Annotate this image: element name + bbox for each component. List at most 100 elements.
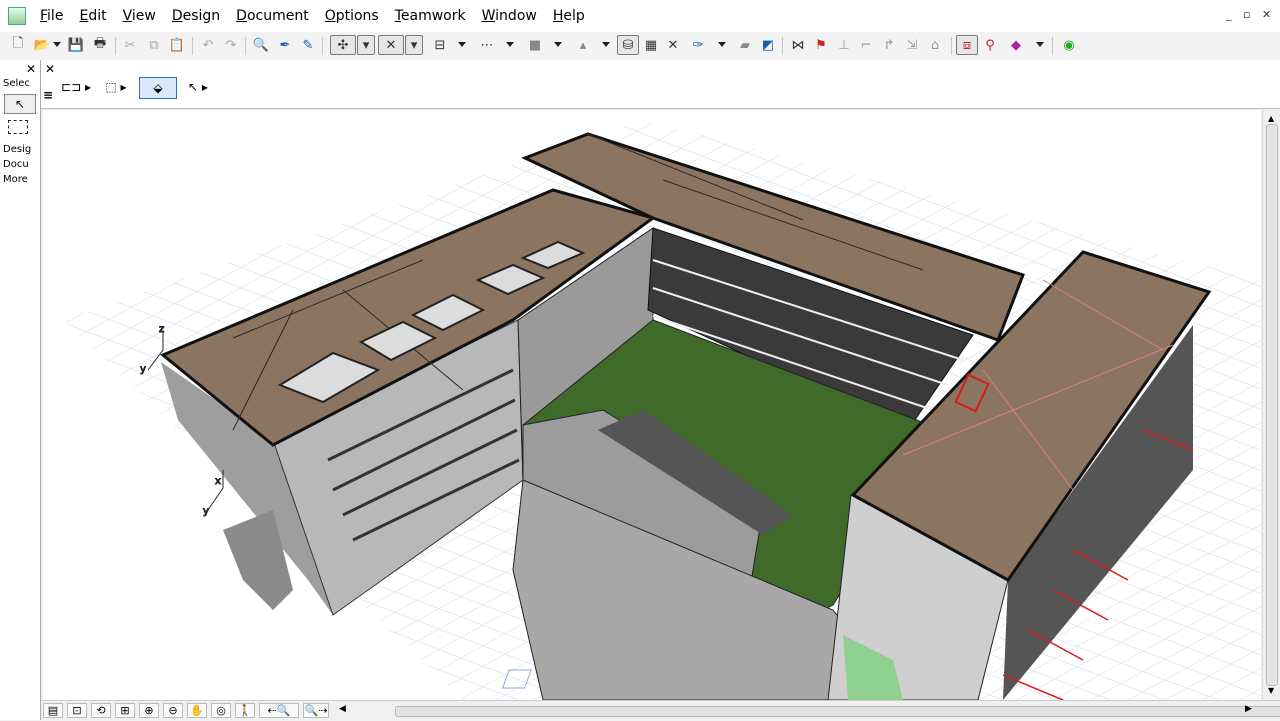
pointer-icon[interactable]: ↖ ▸ bbox=[183, 77, 213, 97]
toolbox-close-button[interactable]: ✕ bbox=[26, 62, 36, 76]
split-icon[interactable]: ⚑ bbox=[811, 35, 831, 55]
vertical-scrollbar[interactable]: ▲ ▼ bbox=[1262, 110, 1280, 700]
print-icon[interactable]: 🖶 bbox=[90, 35, 110, 55]
scroll-left-icon[interactable]: ◀ bbox=[339, 704, 346, 714]
menu-document[interactable]: Document bbox=[228, 0, 317, 32]
orbit-mode-icon[interactable]: ◎ bbox=[211, 703, 231, 718]
roof-icon[interactable]: ⌂ bbox=[925, 35, 945, 55]
app-icon[interactable] bbox=[8, 7, 26, 25]
infobox-menu-icon[interactable]: ≡ bbox=[43, 88, 53, 102]
connect-icon[interactable]: ⋈ bbox=[788, 35, 808, 55]
groups-dropdown-icon[interactable] bbox=[506, 42, 514, 47]
trace-icon[interactable]: ⛁ bbox=[617, 35, 639, 55]
svg-text:x: x bbox=[215, 476, 221, 487]
toolbar-separator bbox=[951, 37, 952, 55]
new-icon[interactable]: 🗋 bbox=[8, 35, 28, 55]
svg-text:z: z bbox=[159, 324, 164, 335]
menu-view[interactable]: View bbox=[115, 0, 164, 32]
svg-text:y: y bbox=[203, 506, 209, 517]
undo-icon[interactable]: ↶ bbox=[198, 35, 218, 55]
find-select-icon[interactable]: 🔍 bbox=[251, 35, 271, 55]
menu-design[interactable]: Design bbox=[164, 0, 228, 32]
snap-guides-icon[interactable]: ✣ bbox=[330, 35, 356, 55]
save-icon[interactable]: 💾 bbox=[66, 35, 86, 55]
fill-dropdown-icon[interactable] bbox=[554, 42, 562, 47]
selection-method-icon[interactable]: ⊏⊐ ▸ bbox=[61, 77, 91, 97]
grid-snap-icon[interactable]: ⊟ bbox=[430, 35, 450, 55]
open-icon[interactable]: 📂 bbox=[32, 35, 52, 55]
horizontal-scroll-thumb[interactable] bbox=[395, 706, 1280, 717]
gravity-icon[interactable]: ✕ bbox=[378, 35, 404, 55]
walk-icon[interactable]: ⚲ bbox=[980, 35, 1000, 55]
toolbox-palette: ✕ Selec ↖ Desig Docu More bbox=[0, 60, 41, 720]
layer-icon[interactable]: ▴ bbox=[573, 35, 593, 55]
scroll-down-icon[interactable]: ▼ bbox=[1268, 686, 1274, 695]
menu-help[interactable]: Help bbox=[545, 0, 593, 32]
render-icon[interactable]: ◆ bbox=[1006, 35, 1026, 55]
selection-mode-icon[interactable]: ⬙ bbox=[139, 77, 177, 99]
toolbox-section-document[interactable]: Docu bbox=[3, 159, 37, 170]
previous-zoom-icon[interactable]: ⇠🔍 bbox=[259, 703, 299, 718]
marker-icon[interactable]: ◩ bbox=[758, 35, 778, 55]
eyedropper-icon[interactable]: ✒ bbox=[275, 35, 295, 55]
offset-icon[interactable]: ⇲ bbox=[902, 35, 922, 55]
next-zoom-icon[interactable]: 🔍⇢ bbox=[303, 703, 329, 718]
teamwork-icon[interactable]: ◉ bbox=[1059, 35, 1079, 55]
menu-window[interactable]: Window bbox=[474, 0, 545, 32]
cut-icon[interactable]: ✂ bbox=[120, 35, 140, 55]
elevate-icon[interactable]: ⊥ bbox=[834, 35, 854, 55]
trim-icon[interactable]: ✕ bbox=[663, 35, 683, 55]
vertical-scroll-thumb[interactable] bbox=[1266, 124, 1278, 686]
fill-icon[interactable]: ■ bbox=[525, 35, 545, 55]
redo-icon[interactable]: ↷ bbox=[221, 35, 241, 55]
snap-dropdown-icon[interactable]: ▾ bbox=[357, 35, 375, 55]
syringe-icon[interactable]: ✎ bbox=[298, 35, 318, 55]
menu-options[interactable]: Options bbox=[317, 0, 387, 32]
grid-snap-dropdown-icon[interactable] bbox=[458, 42, 466, 47]
scroll-right-icon[interactable]: ▶ bbox=[1245, 704, 1252, 714]
zoom-fit-icon[interactable]: ⊡ bbox=[67, 703, 87, 718]
3d-window-icon[interactable]: ⧈ bbox=[956, 35, 978, 55]
toolbar-separator bbox=[115, 37, 116, 55]
paste-icon[interactable]: 📋 bbox=[167, 35, 187, 55]
slab-icon[interactable]: ▰ bbox=[735, 35, 755, 55]
layer-dropdown-icon[interactable] bbox=[602, 42, 610, 47]
main-toolbar: 🗋 📂 💾 🖶 ✂ ⧉ 📋 ↶ ↷ 🔍 ✒ ✎ ✣ ▾ ✕ ▾ ⊟ ⋯ ■ ▴ … bbox=[0, 32, 1280, 61]
menu-teamwork[interactable]: Teamwork bbox=[387, 0, 474, 32]
toolbox-section-design[interactable]: Desig bbox=[3, 144, 37, 155]
marquee-tool-icon[interactable] bbox=[8, 120, 28, 134]
info-box: ✕ ≡ ⊏⊐ ▸ ⬚ ▸ ⬙ ↖ ▸ bbox=[41, 60, 1280, 109]
close-button[interactable]: ✕ bbox=[1262, 8, 1271, 21]
toolbox-title: Selec bbox=[3, 78, 30, 89]
zoom-out-icon[interactable]: ⊖ bbox=[163, 703, 183, 718]
render-dropdown-icon[interactable] bbox=[1036, 42, 1044, 47]
menu-edit[interactable]: Edit bbox=[71, 0, 114, 32]
walk-mode-icon[interactable]: 🚶 bbox=[235, 703, 255, 718]
curve-icon[interactable]: ↱ bbox=[879, 35, 899, 55]
pan-icon[interactable]: ✋ bbox=[187, 703, 207, 718]
marquee-shape-icon[interactable]: ⬚ ▸ bbox=[101, 77, 131, 97]
open-dropdown-icon[interactable] bbox=[53, 42, 61, 47]
wand-icon[interactable]: ✑ bbox=[688, 35, 708, 55]
toolbar-separator bbox=[782, 37, 783, 55]
toolbar-separator bbox=[245, 37, 246, 55]
toolbox-section-more[interactable]: More bbox=[3, 174, 37, 185]
restore-button[interactable]: ▫ bbox=[1243, 8, 1250, 21]
zoom-in-icon[interactable]: ⊕ bbox=[139, 703, 159, 718]
3d-view-canvas[interactable]: z y x y bbox=[43, 110, 1261, 700]
building-3d-model[interactable]: z y x y bbox=[43, 110, 1261, 700]
menu-file[interactable]: File bbox=[32, 0, 71, 32]
corner-icon[interactable]: ⌐ bbox=[856, 35, 876, 55]
copy-icon[interactable]: ⧉ bbox=[144, 35, 164, 55]
scroll-up-icon[interactable]: ▲ bbox=[1268, 114, 1274, 123]
gravity-dropdown-icon[interactable]: ▾ bbox=[405, 35, 423, 55]
orbit-icon[interactable]: ⟲ bbox=[91, 703, 111, 718]
wand-dropdown-icon[interactable] bbox=[718, 42, 726, 47]
navigator-preview-icon[interactable]: ▤ bbox=[43, 703, 63, 718]
minimize-button[interactable]: _ bbox=[1226, 8, 1232, 21]
grid-display-icon[interactable]: ▦ bbox=[641, 35, 661, 55]
suspend-groups-icon[interactable]: ⋯ bbox=[477, 35, 497, 55]
arrow-tool-icon[interactable]: ↖ bbox=[4, 94, 36, 114]
infobox-close-button[interactable]: ✕ bbox=[45, 62, 55, 76]
zoom-window-icon[interactable]: ⊞ bbox=[115, 703, 135, 718]
